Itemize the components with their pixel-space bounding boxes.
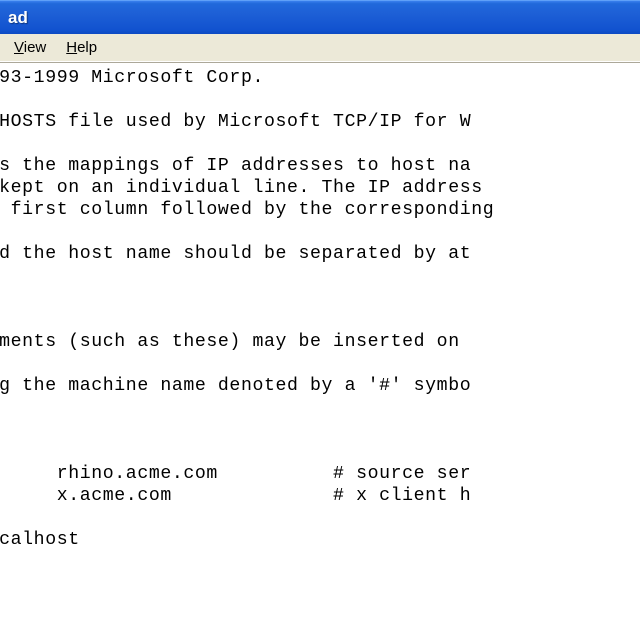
file-content[interactable]: ght (c) 1993-1999 Microsoft Corp. a samp…	[0, 67, 640, 551]
menu-help[interactable]: Help	[56, 37, 107, 58]
menubar: View Help	[0, 34, 640, 62]
text-editor-area[interactable]: ght (c) 1993-1999 Microsoft Corp. a samp…	[0, 62, 640, 640]
window-title: ad	[8, 8, 28, 28]
menu-view[interactable]: View	[4, 37, 56, 58]
notepad-window: ad View Help ght (c) 1993-1999 Microsoft…	[0, 0, 640, 640]
titlebar[interactable]: ad	[0, 0, 640, 34]
